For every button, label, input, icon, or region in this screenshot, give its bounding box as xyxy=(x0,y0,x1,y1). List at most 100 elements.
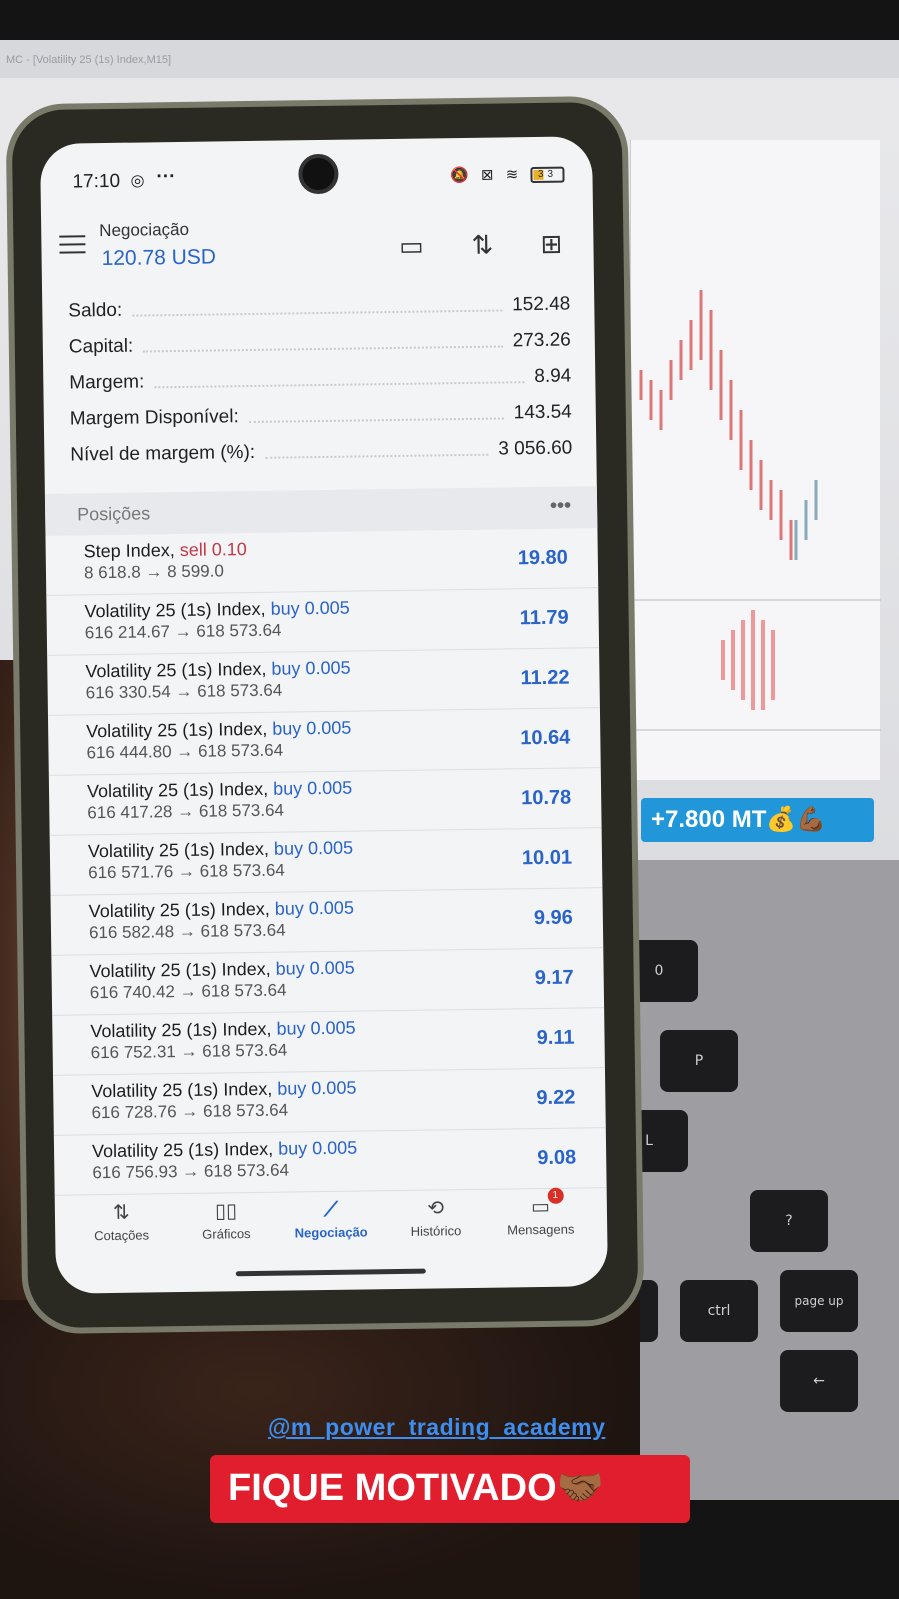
keyboard-key: ? xyxy=(750,1190,828,1252)
position-profit: 11.79 xyxy=(519,606,569,630)
whatsapp-icon: ◎ xyxy=(130,172,145,190)
positions-title: Posições xyxy=(77,503,151,525)
position-symbol: Volatility 25 (1s) Index, xyxy=(89,958,271,982)
keyboard-key: page up xyxy=(780,1270,858,1332)
position-side: buy 0.005 xyxy=(274,897,355,919)
keyboard-key: ctrl xyxy=(680,1280,758,1342)
position-symbol: Volatility 25 (1s) Index, xyxy=(87,838,270,862)
nav-label: Gráficos xyxy=(202,1226,251,1242)
position-side: buy 0.005 xyxy=(272,777,353,799)
summary-label: Margem: xyxy=(69,371,145,394)
position-profit: 10.01 xyxy=(521,846,573,870)
position-row[interactable]: Volatility 25 (1s) Index, buy 0.005 616 … xyxy=(48,768,602,836)
position-row[interactable]: Volatility 25 (1s) Index, buy 0.005 616 … xyxy=(47,708,601,776)
messages-icon: ▭ xyxy=(530,1195,551,1219)
position-side: buy 0.005 xyxy=(276,1017,356,1039)
position-side: buy 0.005 xyxy=(271,657,351,679)
position-row[interactable]: Volatility 25 (1s) Index, buy 0.005 616 … xyxy=(49,828,603,896)
status-more-indicator: ··· xyxy=(156,166,176,188)
position-profit: 9.22 xyxy=(536,1086,576,1110)
laptop-window-title: MC - [Volatility 25 (1s) Index,M15] xyxy=(0,40,899,78)
position-side: buy 0.005 xyxy=(270,597,350,619)
battery-level: 33 xyxy=(537,168,558,180)
position-side: buy 0.005 xyxy=(272,717,352,739)
summary-value: 8.94 xyxy=(534,365,572,388)
hand-palm xyxy=(0,1300,640,1599)
position-profit: 9.17 xyxy=(534,966,574,990)
history-icon: ⟲ xyxy=(427,1197,445,1220)
position-row[interactable]: Volatility 25 (1s) Index, buy 0.005 616 … xyxy=(53,1128,607,1196)
position-row[interactable]: Volatility 25 (1s) Index, buy 0.005 616 … xyxy=(46,588,600,656)
motto-banner: FIQUE MOTIVADO🤝🏾 xyxy=(210,1455,690,1523)
account-balance: 120.78 USD xyxy=(101,245,217,271)
summary-value: 143.54 xyxy=(513,401,572,424)
mention-tag[interactable]: @m_power_trading_academy xyxy=(268,1414,605,1441)
position-symbol: Volatility 25 (1s) Index, xyxy=(90,1018,272,1042)
position-side: buy 0.005 xyxy=(277,1077,357,1099)
phone-screen: 17:10 ◎ ··· 🔕 ⊠ ≋ 33 Negociação 120.78 U… xyxy=(39,136,609,1294)
amount-sticker: +7.800 MT💰💪🏾 xyxy=(641,798,874,842)
quotes-icon: ⇅ xyxy=(112,1201,130,1224)
nav-historico[interactable]: ⟲ Histórico xyxy=(390,1193,481,1289)
position-profit: 10.64 xyxy=(520,726,571,750)
position-profit: 9.96 xyxy=(533,906,574,930)
position-row[interactable]: Volatility 25 (1s) Index, buy 0.005 616 … xyxy=(52,1008,605,1076)
keyboard-key: P xyxy=(660,1030,738,1092)
nav-mensagens[interactable]: ▭ 1 Mensagens xyxy=(495,1187,586,1287)
keyboard-key: ← xyxy=(780,1350,858,1412)
account-summary: Saldo: 152.48 Capital: 273.26 Margem: 8.… xyxy=(42,286,596,474)
position-symbol: Volatility 25 (1s) Index, xyxy=(86,718,268,742)
trade-icon: ⟋ xyxy=(323,1198,339,1222)
status-icons: 🔕 ⊠ ≋ 33 xyxy=(450,165,565,185)
position-symbol: Volatility 25 (1s) Index, xyxy=(88,898,270,922)
position-row[interactable]: Volatility 25 (1s) Index, buy 0.005 616 … xyxy=(47,648,600,716)
position-side: buy 0.005 xyxy=(278,1137,358,1159)
position-profit: 9.11 xyxy=(536,1026,575,1050)
position-side: sell 0.10 xyxy=(179,539,247,560)
charts-icon: ▯▯ xyxy=(214,1200,238,1223)
app-header: Negociação 120.78 USD ▭ ⇅ ⊞ xyxy=(41,206,594,284)
summary-label: Margem Disponível: xyxy=(69,406,239,430)
summary-value: 3 056.60 xyxy=(498,437,573,460)
nav-label: Histórico xyxy=(410,1223,462,1239)
summary-value: 273.26 xyxy=(512,329,571,352)
nav-label: Cotações xyxy=(94,1227,150,1244)
position-profit: 9.08 xyxy=(537,1146,577,1170)
nav-cotacoes[interactable]: ⇅ Cotações xyxy=(76,1197,167,1293)
position-row[interactable]: Volatility 25 (1s) Index, buy 0.005 616 … xyxy=(53,1068,606,1136)
nav-negociacao[interactable]: ⟋ Negociação xyxy=(286,1194,377,1290)
nav-label: Mensagens xyxy=(507,1221,575,1238)
position-symbol: Volatility 25 (1s) Index, xyxy=(84,598,266,622)
bottom-navigation: ⇅ Cotações ▯▯ Gráficos ⟋ Negociação ⟲ Hi… xyxy=(55,1187,608,1294)
nav-graficos[interactable]: ▯▯ Gráficos xyxy=(181,1196,272,1292)
position-row[interactable]: Volatility 25 (1s) Index, buy 0.005 616 … xyxy=(51,948,605,1016)
position-profit: 19.80 xyxy=(517,546,568,570)
position-side: buy 0.005 xyxy=(275,957,355,979)
wifi-icon: ≋ xyxy=(505,166,523,184)
no-sim-icon: ⊠ xyxy=(480,166,498,184)
summary-label: Saldo: xyxy=(68,299,123,322)
position-symbol: Volatility 25 (1s) Index, xyxy=(91,1138,274,1162)
position-row[interactable]: Step Index, sell 0.10 8 618.8 → 8 599.0 … xyxy=(45,528,599,596)
position-symbol: Volatility 25 (1s) Index, xyxy=(91,1078,273,1102)
status-bar: 17:10 ◎ ··· 🔕 ⊠ ≋ 33 xyxy=(40,136,593,214)
position-symbol: Volatility 25 (1s) Index, xyxy=(85,658,267,682)
screen-title: Negociação xyxy=(99,219,190,241)
new-order-icon[interactable]: ⊞ xyxy=(535,229,567,259)
position-side: buy 0.005 xyxy=(273,837,354,859)
mute-icon: 🔕 xyxy=(450,166,473,185)
summary-value: 152.48 xyxy=(512,293,571,316)
nav-label: Negociação xyxy=(294,1224,368,1241)
hamburger-menu-icon[interactable] xyxy=(59,235,86,254)
positions-list: Step Index, sell 0.10 8 618.8 → 8 599.0 … xyxy=(45,528,607,1196)
more-options-icon[interactable]: ••• xyxy=(550,495,571,518)
battery-icon: 33 xyxy=(530,166,565,184)
card-icon[interactable]: ▭ xyxy=(395,231,427,261)
summary-row-nivel-margem: Nível de margem (%): 3 056.60 xyxy=(44,430,596,474)
front-camera xyxy=(298,153,339,195)
sort-icon[interactable]: ⇅ xyxy=(466,230,498,260)
summary-label: Capital: xyxy=(68,335,134,358)
position-symbol: Step Index, xyxy=(83,540,175,562)
position-symbol: Volatility 25 (1s) Index, xyxy=(86,778,269,802)
position-row[interactable]: Volatility 25 (1s) Index, buy 0.005 616 … xyxy=(50,888,604,956)
